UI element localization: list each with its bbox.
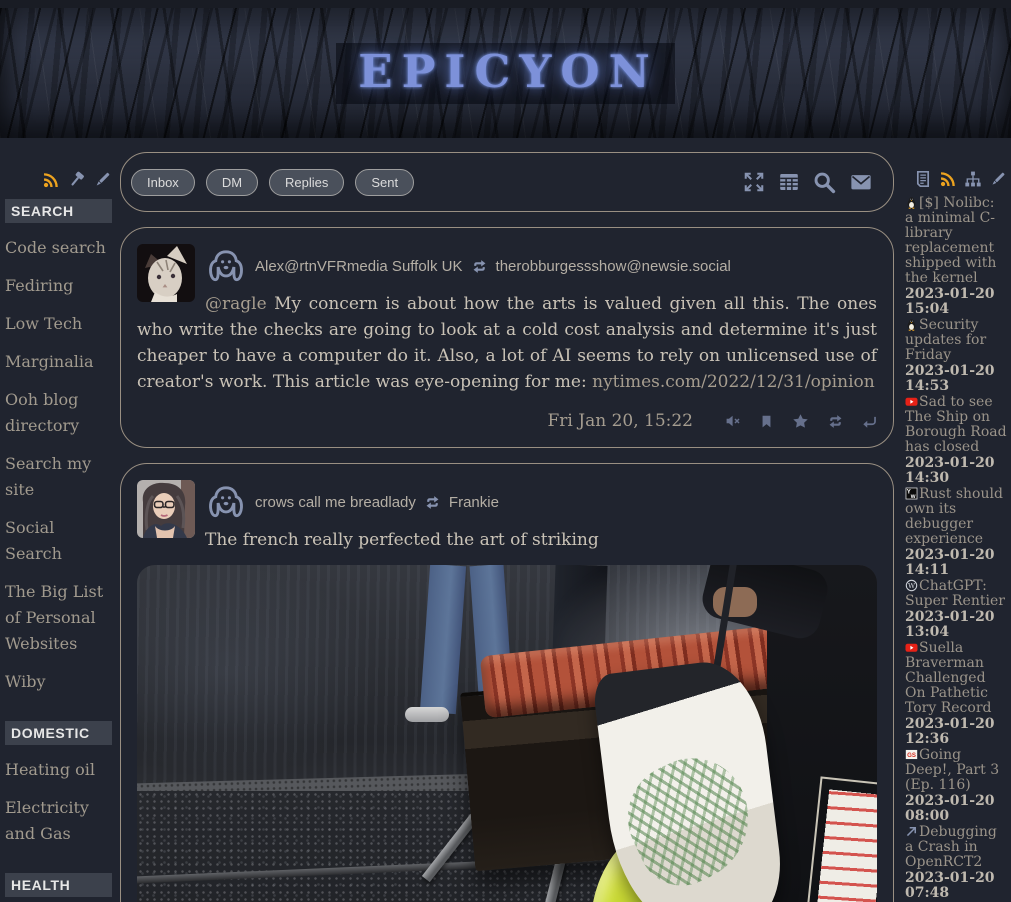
photo-palm-print <box>610 740 769 899</box>
tab-replies[interactable]: Replies <box>269 169 344 196</box>
newswire-item[interactable]: Sad to see The Ship on Borough Road has … <box>905 395 1007 455</box>
mention-link[interactable]: @ragle <box>205 294 267 314</box>
avatar[interactable] <box>137 244 195 302</box>
section-header-health: HEALTH <box>5 873 112 897</box>
expand-icon[interactable] <box>743 171 765 193</box>
newswire-date: 2023-01-20 08:00 <box>905 794 1007 824</box>
post-text: The french really perfected the art of s… <box>205 530 599 550</box>
newswire-date: 2023-01-20 12:36 <box>905 717 1007 747</box>
sidebar-link-wiby[interactable]: Wiby <box>5 669 112 695</box>
post-url-link[interactable]: nytimes.com/2022/12/31/opinion <box>592 372 875 392</box>
hammer-icon[interactable] <box>67 170 86 189</box>
post: Alex@rtnVFRmedia Suffolk UK therobburges… <box>120 227 894 448</box>
youtube-icon <box>905 641 918 654</box>
newswire-date: 2023-01-20 14:30 <box>905 456 1007 486</box>
newswire-item[interactable]: Debugging a Crash in OpenRCT2 <box>905 825 1007 870</box>
person-dog-icon[interactable] <box>205 245 247 287</box>
share-icon[interactable] <box>964 170 982 188</box>
newswire-item[interactable]: Rust should own its debugger experience <box>905 487 1007 547</box>
sidebar-link-social-search[interactable]: Social Search <box>5 515 112 567</box>
sidebar-link-marginalia[interactable]: Marginalia <box>5 349 112 375</box>
edit-icon[interactable] <box>93 170 112 189</box>
newswire-column: [$] Nolibc: a minimal C-library replacem… <box>898 138 1011 902</box>
banner[interactable]: EPICYON <box>0 8 1011 138</box>
sidebar-link-ooh-blog[interactable]: Ooh blog directory <box>5 387 112 439</box>
gs-icon <box>905 748 918 761</box>
tab-dm[interactable]: DM <box>206 169 258 196</box>
tab-inbox[interactable]: Inbox <box>131 169 195 196</box>
newswire-icon[interactable] <box>914 170 932 188</box>
photo-sneaker <box>405 707 449 722</box>
post-via-author[interactable]: therobburgessshow@newsie.social <box>496 258 731 275</box>
newswire-date: 2023-01-20 13:04 <box>905 610 1007 640</box>
calendar-icon[interactable] <box>778 171 800 193</box>
newswire-date: 2023-01-20 14:53 <box>905 364 1007 394</box>
post-author[interactable]: Alex@rtnVFRmedia Suffolk UK <box>255 258 463 275</box>
instance-title: EPICYON <box>336 43 674 104</box>
sidebar-link-low-tech[interactable]: Low Tech <box>5 311 112 337</box>
tab-sent[interactable]: Sent <box>355 169 414 196</box>
newswire-date: 2023-01-20 07:48 <box>905 871 1007 901</box>
wordpress-icon <box>905 579 918 592</box>
penguin-icon <box>905 196 918 209</box>
penguin-icon <box>905 318 918 331</box>
arrow-up-right-icon <box>905 825 918 838</box>
post-via-author[interactable]: Frankie <box>449 494 499 511</box>
post-image-street-grill[interactable] <box>137 565 877 902</box>
yw-icon <box>905 487 918 500</box>
avatar[interactable] <box>137 480 195 538</box>
post-author[interactable]: crows call me breadlady <box>255 494 416 511</box>
top-strip <box>0 0 1011 8</box>
boost-icon <box>424 494 441 511</box>
epicyon-page: EPICYON SEARCH Code search Fediring Low … <box>0 0 1011 902</box>
sidebar-link-search-my-site[interactable]: Search my site <box>5 451 112 503</box>
sidebar-link-big-list[interactable]: The Big List of Personal Websites <box>5 579 112 657</box>
section-header-search: SEARCH <box>5 199 112 223</box>
newswire-item[interactable]: Suella Braverman Challenged On Pathetic … <box>905 641 1007 716</box>
timeline-header: Inbox DM Replies Sent <box>120 152 894 212</box>
newswire-date: 2023-01-20 14:11 <box>905 548 1007 578</box>
person-dog-icon[interactable] <box>205 481 247 523</box>
search-icon[interactable] <box>813 171 836 194</box>
photo-hand <box>713 587 757 617</box>
boost-icon <box>471 258 488 275</box>
boost-action-icon[interactable] <box>827 413 844 430</box>
rss-icon[interactable] <box>42 171 60 189</box>
post: crows call me breadlady Frankie The fren… <box>120 463 894 902</box>
post-content: @ragle My concern is about how the arts … <box>137 291 877 395</box>
reply-icon[interactable] <box>862 414 877 429</box>
mute-icon[interactable] <box>725 413 741 429</box>
rss-icon[interactable] <box>939 170 957 188</box>
section-header-domestic: DOMESTIC <box>5 721 112 745</box>
newswire-item[interactable]: Security updates for Friday <box>905 318 1007 363</box>
edit-icon[interactable] <box>989 170 1007 188</box>
links-column: SEARCH Code search Fediring Low Tech Mar… <box>0 138 118 902</box>
bookmark-icon[interactable] <box>759 414 774 429</box>
newswire-date: 2023-01-20 15:04 <box>905 287 1007 317</box>
newswire-item[interactable]: ChatGPT: Super Rentier <box>905 579 1007 609</box>
sidebar-link-electricity-gas[interactable]: Electricity and Gas <box>5 795 112 847</box>
envelope-icon[interactable] <box>849 171 873 193</box>
sidebar-link-heating-oil[interactable]: Heating oil <box>5 757 112 783</box>
sidebar-link-code-search[interactable]: Code search <box>5 235 112 261</box>
newswire-item[interactable]: Going Deep!, Part 3 (Ep. 116) <box>905 748 1007 793</box>
newswire-item[interactable]: [$] Nolibc: a minimal C-library replacem… <box>905 196 1007 286</box>
star-icon[interactable] <box>792 413 809 430</box>
timeline-column: Inbox DM Replies Sent <box>118 138 898 902</box>
youtube-icon <box>905 395 918 408</box>
post-timestamp: Fri Jan 20, 15:22 <box>548 411 694 431</box>
sidebar-link-fediring[interactable]: Fediring <box>5 273 112 299</box>
post-content: The french really perfected the art of s… <box>137 527 877 553</box>
